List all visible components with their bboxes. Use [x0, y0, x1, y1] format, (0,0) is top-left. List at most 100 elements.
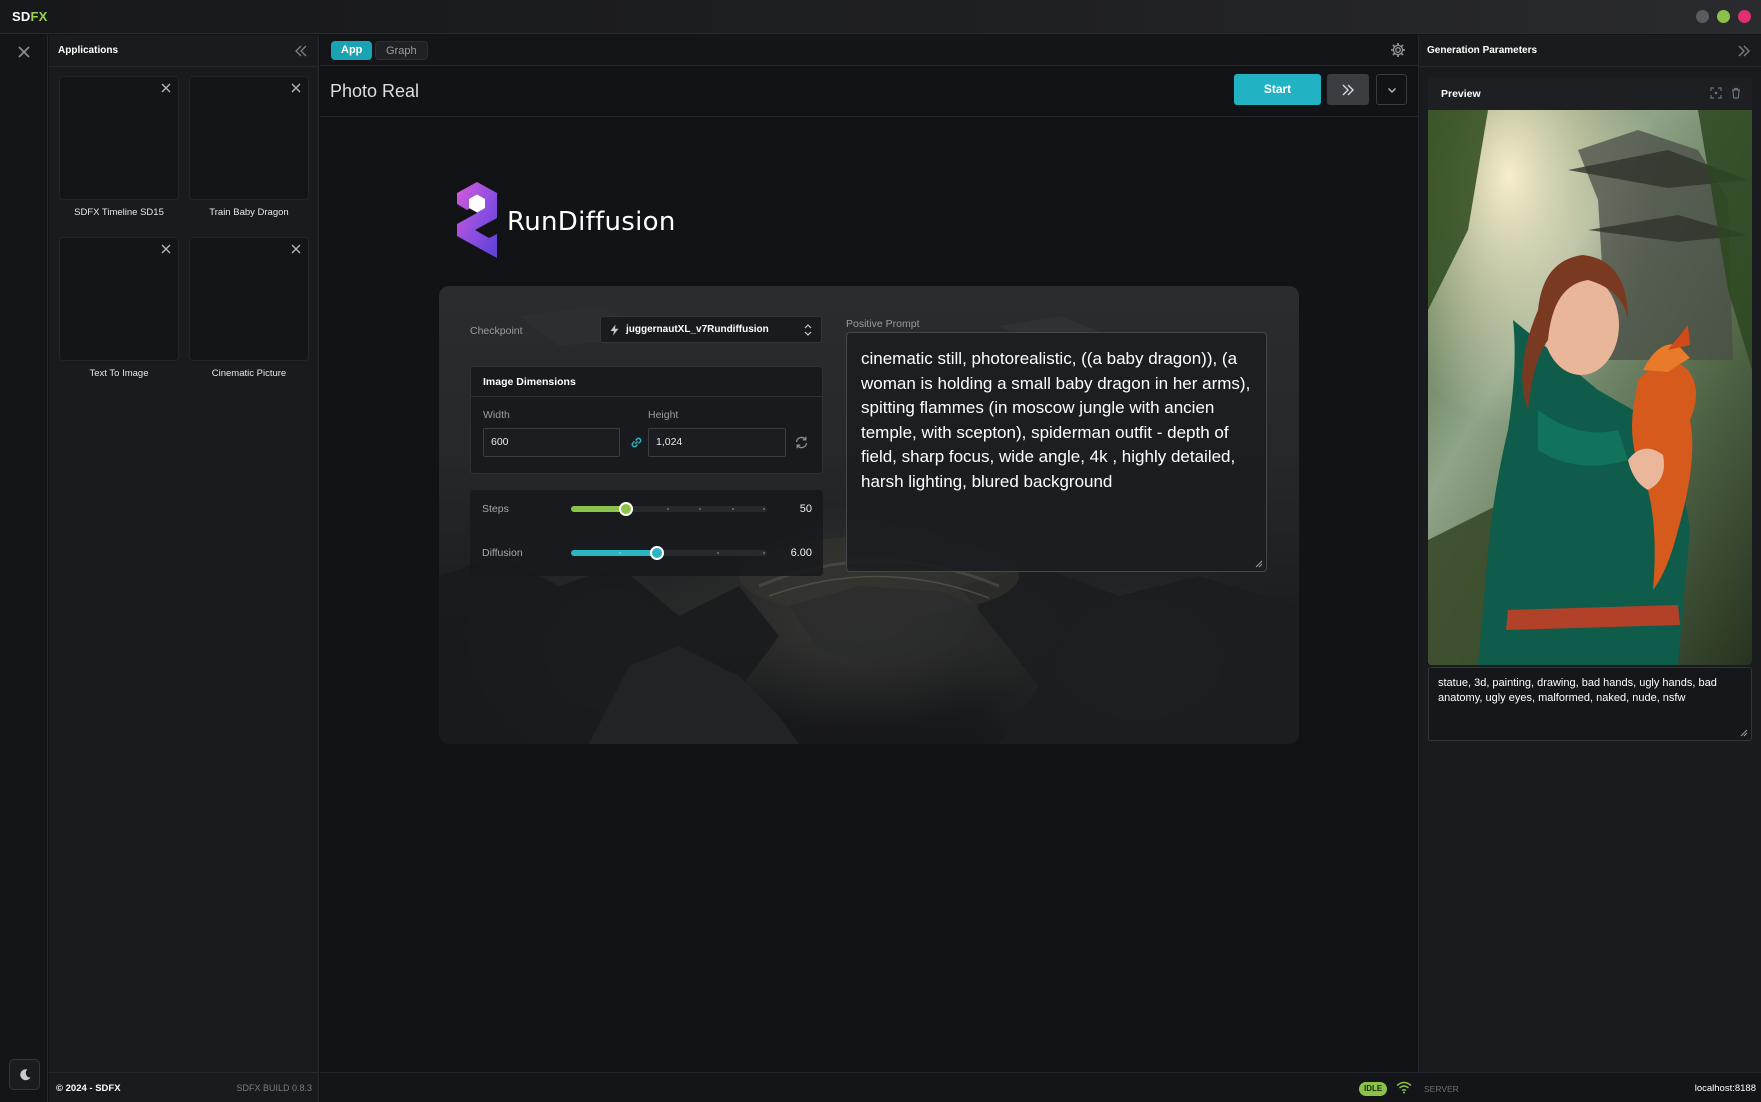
- view-tabs-bar: App Graph: [320, 35, 1418, 66]
- positive-prompt-label: Positive Prompt: [846, 318, 920, 330]
- checkpoint-label: Checkpoint: [470, 325, 523, 337]
- brand-logo: SDFX: [12, 9, 47, 24]
- remove-app-icon[interactable]: [290, 82, 302, 94]
- remove-app-icon[interactable]: [160, 82, 172, 94]
- footer-left: © 2024 - SDFX SDFX BUILD 0.8.3: [49, 1072, 319, 1102]
- resize-handle-icon[interactable]: [1255, 560, 1263, 568]
- app-card[interactable]: Cinematic Picture: [189, 237, 309, 379]
- left-rail: [0, 35, 48, 1102]
- steps-slider-handle[interactable]: [618, 502, 633, 516]
- app-label: SDFX Timeline SD15: [74, 207, 164, 218]
- slider-tick: [732, 508, 734, 510]
- slider-tick: [667, 508, 669, 510]
- app-form-card: Checkpoint juggernautXL_v7Rundiffusion I…: [439, 286, 1299, 744]
- app-card[interactable]: SDFX Timeline SD15: [59, 76, 179, 218]
- trash-icon[interactable]: [1730, 87, 1742, 99]
- status-bar: IDLE SERVER localhost:8188: [320, 1072, 1761, 1102]
- steps-slider-fill: [571, 506, 626, 512]
- generation-parameters-panel: Generation Parameters Preview statue, 3d…: [1418, 35, 1761, 1072]
- page-title: Photo Real: [330, 81, 420, 101]
- brand-suffix: FX: [30, 9, 48, 24]
- positive-prompt-text: cinematic still, photorealistic, ((a bab…: [861, 349, 1251, 491]
- theme-toggle-button[interactable]: [9, 1059, 40, 1090]
- applications-title: Applications: [58, 45, 119, 56]
- start-button[interactable]: Start: [1234, 74, 1321, 105]
- app-thumbnail[interactable]: [189, 237, 309, 361]
- diffusion-slider[interactable]: [571, 546, 767, 560]
- applications-header: Applications: [49, 35, 318, 67]
- diffusion-label: Diffusion: [482, 547, 523, 559]
- diffusion-value: 6.00: [790, 547, 812, 559]
- tab-graph[interactable]: Graph: [375, 41, 428, 60]
- sampling-sliders-group: Steps 50 Diffusion 6.00: [470, 490, 823, 576]
- slider-tick: [763, 552, 765, 554]
- link-aspect-icon[interactable]: [629, 435, 644, 450]
- double-chevron-right-icon: [1342, 84, 1354, 95]
- slider-tick: [717, 552, 719, 554]
- image-dimensions-title: Image Dimensions: [483, 376, 576, 388]
- close-icon[interactable]: [15, 43, 33, 61]
- rundiffusion-mark-icon: [457, 182, 497, 258]
- bolt-icon: [610, 324, 619, 336]
- chevron-down-icon: [1387, 87, 1396, 93]
- app-thumbnail[interactable]: [189, 76, 309, 200]
- sdfx-app-window: SDFX Applications SDFX Timeline SD15 Tra…: [0, 0, 1761, 1102]
- status-badge: IDLE: [1359, 1082, 1388, 1096]
- height-label: Height: [648, 409, 679, 421]
- server-host: localhost:8188: [1694, 1083, 1756, 1094]
- checkpoint-select[interactable]: juggernautXL_v7Rundiffusion: [600, 316, 822, 343]
- start-options-dropdown[interactable]: [1376, 74, 1407, 105]
- app-thumbnail[interactable]: [59, 76, 179, 200]
- applications-panel: Applications SDFX Timeline SD15 Train Ba…: [49, 35, 319, 1072]
- preview-panel: Preview: [1428, 77, 1752, 665]
- wifi-icon: [1396, 1081, 1412, 1094]
- window-close-button[interactable]: [1738, 10, 1751, 23]
- resize-handle-icon[interactable]: [1740, 729, 1748, 737]
- negative-prompt-textarea[interactable]: statue, 3d, painting, drawing, bad hands…: [1428, 667, 1752, 741]
- steps-slider[interactable]: [571, 502, 767, 516]
- diffusion-slider-fill: [571, 550, 658, 556]
- page-header: Photo Real Start: [320, 67, 1418, 117]
- slider-tick: [619, 552, 621, 554]
- steps-label: Steps: [482, 503, 509, 515]
- image-dimensions-header: Image Dimensions: [471, 367, 822, 397]
- app-card[interactable]: Text To Image: [59, 237, 179, 379]
- tab-app[interactable]: App: [331, 41, 373, 60]
- gear-icon[interactable]: [1390, 42, 1406, 58]
- rundiffusion-logo: RunDiffusion: [455, 180, 685, 262]
- width-label: Width: [483, 409, 510, 421]
- collapse-right-icon[interactable]: [1737, 44, 1751, 58]
- app-label: Text To Image: [89, 368, 149, 379]
- refresh-icon[interactable]: [794, 435, 809, 450]
- positive-prompt-textarea[interactable]: cinematic still, photorealistic, ((a bab…: [846, 332, 1267, 572]
- app-thumbnail[interactable]: [59, 237, 179, 361]
- app-card[interactable]: Train Baby Dragon: [189, 76, 309, 218]
- slider-tick: [699, 508, 701, 510]
- remove-app-icon[interactable]: [290, 243, 302, 255]
- preview-header: Preview: [1428, 77, 1752, 109]
- negative-prompt-text: statue, 3d, painting, drawing, bad hands…: [1438, 677, 1717, 704]
- main-area: App Graph Photo Real Start RunDiffusion …: [320, 35, 1418, 1072]
- select-arrows-icon: [804, 324, 812, 336]
- run-forward-button[interactable]: [1327, 74, 1369, 105]
- title-bar: SDFX: [0, 0, 1761, 34]
- app-label: Train Baby Dragon: [209, 207, 289, 218]
- brand-prefix: SD: [12, 9, 31, 24]
- checkpoint-value: juggernautXL_v7Rundiffusion: [626, 324, 769, 335]
- moon-icon: [19, 1068, 30, 1080]
- window-maximize-button[interactable]: [1717, 10, 1730, 23]
- remove-app-icon[interactable]: [160, 243, 172, 255]
- generated-preview-image[interactable]: [1428, 110, 1752, 665]
- copyright-text: © 2024 - SDFX: [56, 1083, 121, 1094]
- window-minimize-button[interactable]: [1696, 10, 1709, 23]
- collapse-left-icon[interactable]: [294, 44, 308, 58]
- fullscreen-icon[interactable]: [1710, 87, 1722, 99]
- diffusion-slider-handle[interactable]: [650, 546, 665, 560]
- width-input[interactable]: 600: [483, 428, 620, 457]
- server-label: SERVER: [1424, 1084, 1459, 1094]
- app-label: Cinematic Picture: [211, 368, 287, 379]
- height-input[interactable]: 1,024: [648, 428, 786, 457]
- preview-title: Preview: [1441, 88, 1481, 100]
- build-version: SDFX BUILD 0.8.3: [236, 1083, 312, 1093]
- steps-value: 50: [799, 503, 812, 515]
